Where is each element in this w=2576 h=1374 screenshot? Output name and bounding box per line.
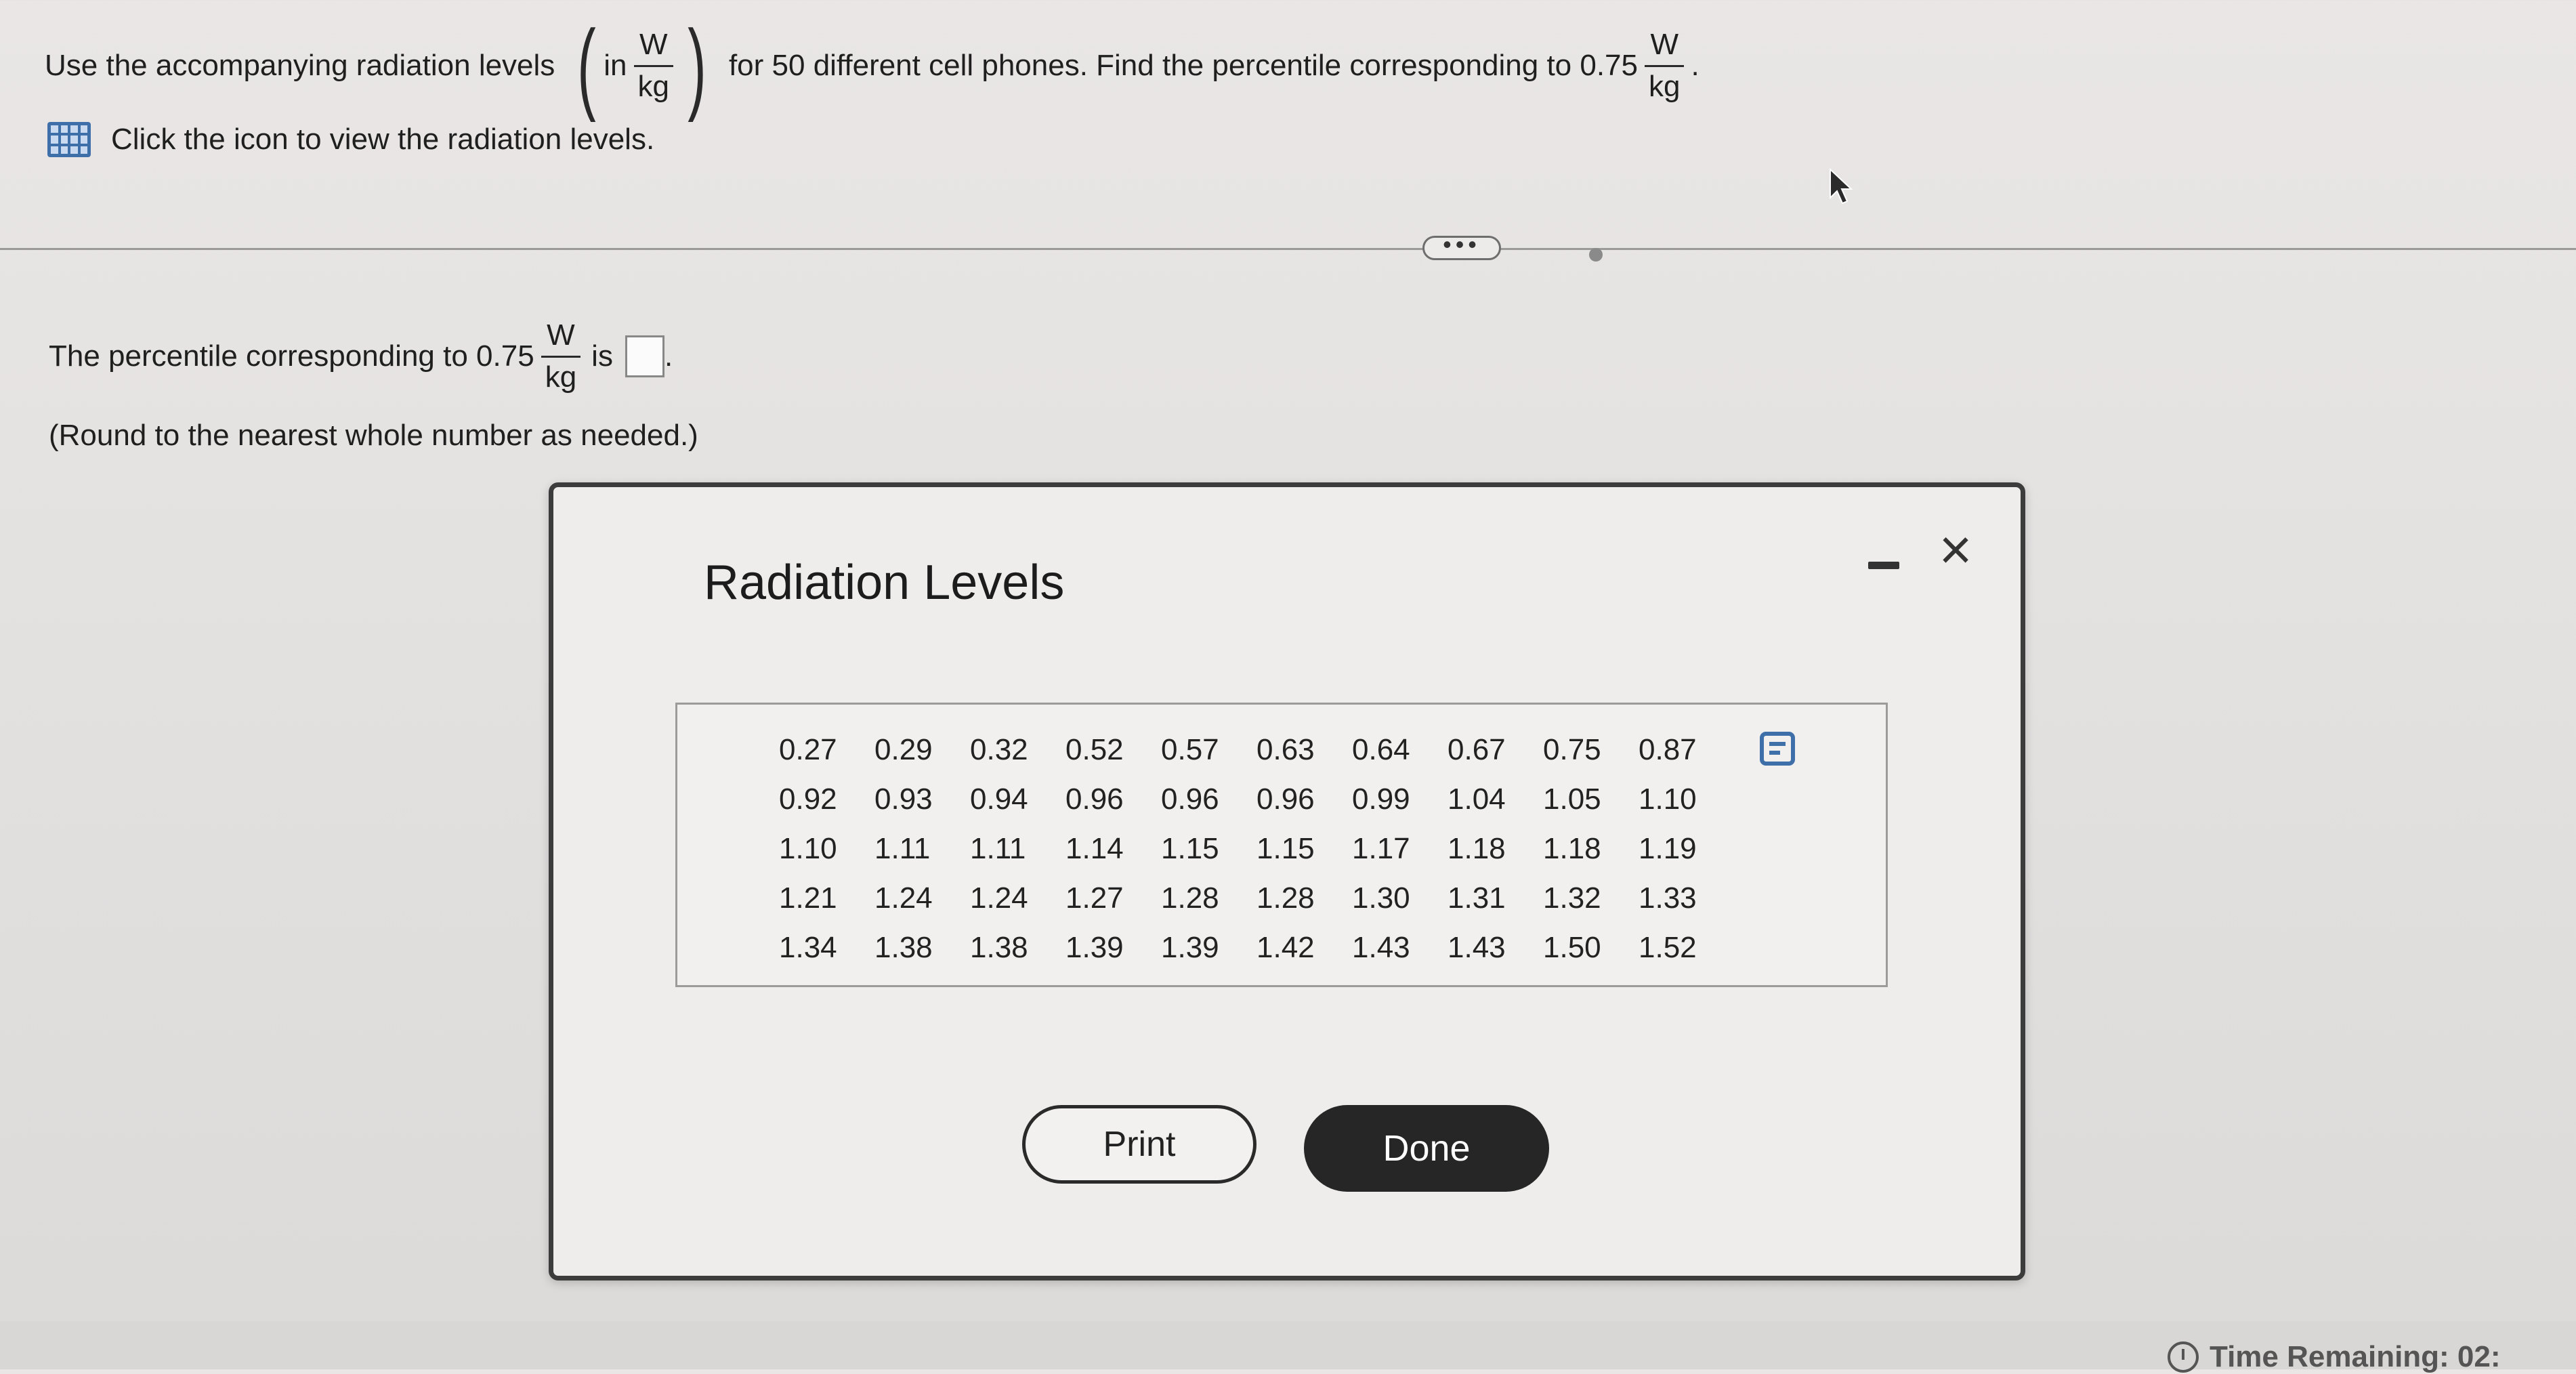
dialog-title: Radiation Levels (704, 556, 1065, 610)
data-cell: 1.42 (1257, 930, 1315, 964)
data-cell: 1.38 (970, 930, 1028, 964)
data-cell: 1.18 (1448, 831, 1506, 865)
radiation-data-table: 0.27 0.29 0.32 0.52 0.57 0.63 0.64 0.67 0.75 0.87… (779, 725, 1734, 972)
data-cell: 0.94 (970, 782, 1028, 816)
done-button[interactable]: Done (1304, 1105, 1549, 1192)
data-cell: 1.30 (1352, 881, 1410, 915)
data-cell: 1.28 (1257, 881, 1315, 915)
unit-numerator: W (639, 27, 668, 61)
print-button[interactable]: Print (1022, 1105, 1257, 1184)
question-prefix: Use the accompanying radiation levels (45, 49, 555, 82)
data-cell: 1.52 (1639, 930, 1697, 964)
question-end: . (1691, 49, 1699, 82)
data-cell: 1.43 (1448, 930, 1506, 964)
data-cell: 1.32 (1543, 881, 1601, 915)
unit-denominator: kg (637, 69, 669, 103)
table-row: 0.92 0.93 0.94 0.96 0.96 0.96 0.99 1.04 1.05 1.10 (779, 774, 1734, 824)
data-cell: 0.99 (1352, 782, 1410, 816)
data-cell: 1.33 (1639, 881, 1697, 915)
unit-parenthetical: ( in W kg ) (570, 15, 714, 117)
data-cell: 1.34 (779, 930, 837, 964)
table-row: 0.27 0.29 0.32 0.52 0.57 0.63 0.64 0.67 0.75 0.87 (779, 725, 1734, 774)
radiation-levels-dialog: Radiation Levels × 0.27 0.29 0.32 0.52 0.57 0… (549, 482, 2025, 1281)
data-cell: 0.29 (874, 732, 933, 766)
view-data-label[interactable]: Click the icon to view the radiation lev… (111, 123, 654, 157)
answer-unit-numerator: W (547, 318, 575, 352)
target-unit-numerator: W (1650, 27, 1678, 61)
answer-end: . (664, 339, 673, 373)
data-cell: 1.50 (1543, 930, 1601, 964)
table-row: 1.10 1.11 1.11 1.14 1.15 1.15 1.17 1.18 1.18 1.19 (779, 824, 1734, 873)
data-cell: 1.14 (1065, 831, 1124, 865)
question-middle: for 50 different cell phones. Find the p… (728, 49, 1638, 82)
rounding-instruction: (Round to the nearest whole number as ne… (49, 419, 698, 452)
data-cell: 1.31 (1448, 881, 1506, 915)
target-unit-fraction: W kg (1645, 27, 1685, 104)
copy-icon[interactable] (1760, 732, 1795, 766)
data-cell: 1.18 (1543, 831, 1601, 865)
mouse-pointer-icon (1830, 168, 1853, 205)
answer-unit-denominator: kg (545, 360, 577, 394)
target-unit-denominator: kg (1649, 69, 1681, 103)
close-icon[interactable]: × (1928, 521, 1983, 578)
data-cell: 0.87 (1639, 732, 1697, 766)
data-cell: 0.32 (970, 732, 1028, 766)
data-cell: 0.67 (1448, 732, 1506, 766)
in-word: in (604, 49, 627, 82)
fraction-bar (541, 355, 581, 358)
data-cell: 1.15 (1161, 831, 1219, 865)
data-cell: 0.63 (1257, 732, 1315, 766)
clock-icon (2168, 1341, 2199, 1373)
data-cell: 1.27 (1065, 881, 1124, 915)
data-cell: 1.21 (779, 881, 837, 915)
section-divider (0, 248, 2576, 250)
fraction-bar (633, 64, 673, 67)
data-cell: 0.92 (779, 782, 837, 816)
data-cell: 1.10 (1639, 782, 1697, 816)
close-paren: ) (688, 9, 706, 123)
data-cell: 1.43 (1352, 930, 1410, 964)
data-cell: 0.96 (1257, 782, 1315, 816)
data-cell: 1.39 (1161, 930, 1219, 964)
data-cell: 0.52 (1065, 732, 1124, 766)
data-cell: 1.19 (1639, 831, 1697, 865)
data-cell: 0.64 (1352, 732, 1410, 766)
answer-prefix: The percentile corresponding to 0.75 (49, 339, 534, 373)
table-row: 1.21 1.24 1.24 1.27 1.28 1.28 1.30 1.31 1.32 1.33 (779, 873, 1734, 923)
divider-dot (1589, 248, 1603, 262)
percentile-answer-input[interactable] (625, 335, 664, 378)
minimize-icon[interactable] (1864, 549, 1905, 577)
answer-line: The percentile corresponding to 0.75 W k… (49, 318, 673, 394)
data-cell: 0.75 (1543, 732, 1601, 766)
data-cell: 1.17 (1352, 831, 1410, 865)
open-paren: ( (577, 9, 597, 123)
data-cell: 0.27 (779, 732, 837, 766)
data-cell: 1.11 (970, 831, 1026, 865)
data-cell: 0.57 (1161, 732, 1219, 766)
question-text: Use the accompanying radiation levels ( … (45, 15, 2077, 117)
data-cell: 1.11 (874, 831, 931, 865)
view-data-link[interactable]: Click the icon to view the radiation lev… (47, 122, 654, 157)
data-cell: 0.96 (1065, 782, 1124, 816)
table-row: 1.34 1.38 1.38 1.39 1.39 1.42 1.43 1.43 1.50 1.52 (779, 923, 1734, 972)
data-cell: 0.93 (874, 782, 933, 816)
data-cell: 1.39 (1065, 930, 1124, 964)
is-word: is (591, 339, 613, 373)
data-panel: 0.27 0.29 0.32 0.52 0.57 0.63 0.64 0.67 0.75 0.87… (675, 703, 1888, 987)
data-cell: 1.05 (1543, 782, 1601, 816)
table-grid-icon[interactable] (47, 122, 91, 157)
data-cell: 1.24 (970, 881, 1028, 915)
data-cell: 1.10 (779, 831, 837, 865)
expand-button[interactable]: ••• (1422, 232, 1501, 260)
data-cell: 1.38 (874, 930, 933, 964)
data-cell: 1.28 (1161, 881, 1219, 915)
answer-unit-fraction: W kg (541, 318, 581, 394)
data-cell: 1.24 (874, 881, 933, 915)
data-cell: 1.04 (1448, 782, 1506, 816)
data-cell: 1.15 (1257, 831, 1315, 865)
unit-fraction: W kg (633, 27, 673, 104)
fraction-bar (1645, 64, 1685, 67)
data-cell: 0.96 (1161, 782, 1219, 816)
